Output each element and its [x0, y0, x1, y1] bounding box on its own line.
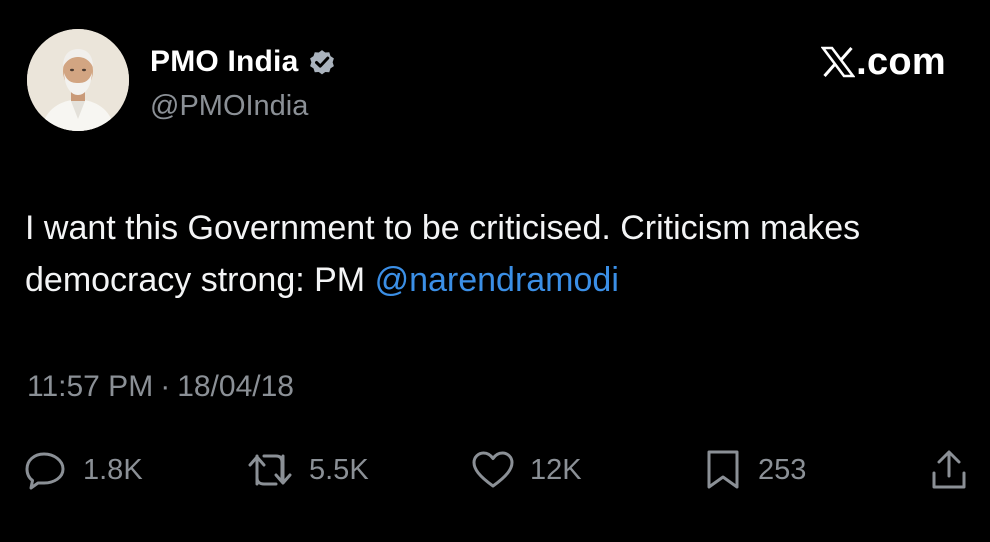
- author-name-row[interactable]: PMO India: [150, 42, 337, 82]
- share-button[interactable]: [930, 447, 968, 493]
- like-count: 12K: [530, 453, 582, 486]
- avatar[interactable]: [27, 29, 129, 131]
- tweet-date: 18/04/18: [177, 370, 294, 403]
- mention-link[interactable]: @narendramodi: [375, 261, 619, 299]
- avatar-photo: [27, 29, 129, 131]
- action-bar: 1.8K 5.5K 12K 253: [0, 447, 990, 493]
- tweet-time: 11:57 PM: [27, 370, 154, 403]
- reply-icon: [24, 450, 68, 490]
- author-display-name[interactable]: PMO India: [150, 45, 298, 79]
- share-icon: [930, 449, 968, 491]
- heart-icon: [471, 450, 515, 490]
- bookmark-button[interactable]: 253: [703, 447, 806, 493]
- x-logo-icon: [820, 46, 856, 78]
- bookmark-count: 253: [758, 453, 807, 486]
- x-brand-watermark: .com: [820, 40, 946, 84]
- meta-separator: ·: [160, 370, 171, 403]
- reply-button[interactable]: 1.8K: [24, 447, 143, 493]
- tweet-text: I want this Government to be criticised.…: [25, 202, 965, 306]
- tweet-timestamp[interactable]: 11:57 PM · 18/04/18: [27, 370, 294, 404]
- retweet-button[interactable]: 5.5K: [246, 447, 369, 493]
- brand-domain-text: .com: [856, 40, 946, 83]
- verified-badge-icon: [307, 47, 337, 77]
- retweet-icon: [246, 450, 294, 490]
- author-handle[interactable]: @PMOIndia: [150, 90, 308, 123]
- retweet-count: 5.5K: [309, 453, 369, 486]
- reply-count: 1.8K: [83, 453, 143, 486]
- like-button[interactable]: 12K: [471, 447, 582, 493]
- bookmark-icon: [703, 449, 743, 491]
